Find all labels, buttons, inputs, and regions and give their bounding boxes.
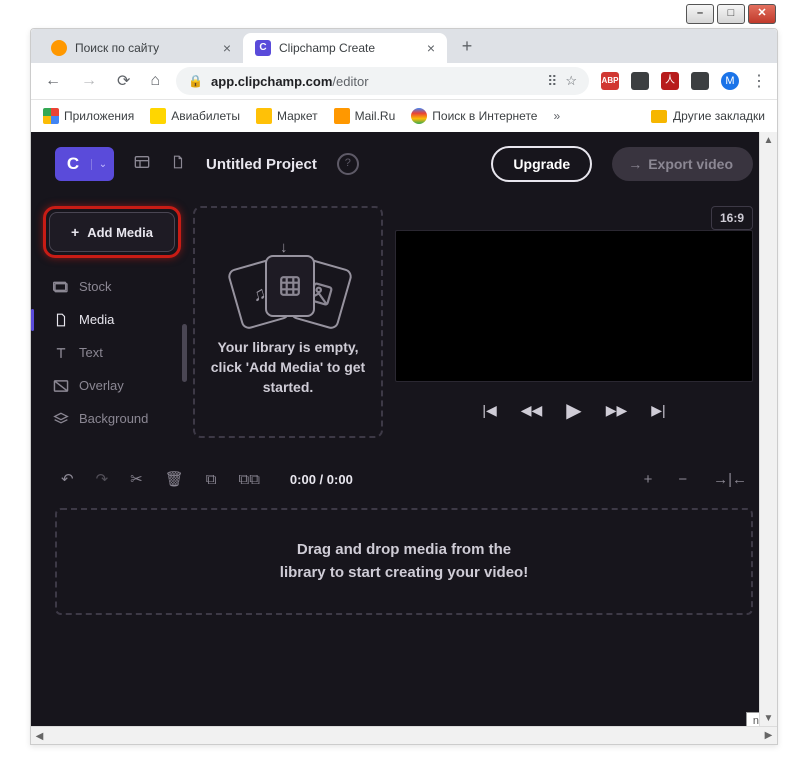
sidebar-item-media[interactable]: Media [43,303,181,336]
window-minimize-button[interactable]: – [686,4,714,24]
bookmark-avia[interactable]: Авиабилеты [150,108,240,124]
help-icon[interactable]: ? [337,153,359,175]
app-topbar: C ⌄ Untitled Project ? Upgrade → Export … [31,132,777,196]
chevron-down-icon: ⌄ [91,159,114,170]
reload-button[interactable]: ⟳ [113,67,134,95]
chrome-menu-button[interactable]: ⋮ [751,71,767,91]
sidebar-item-stock[interactable]: Stock [43,270,181,303]
timeline-time: 0:00 / 0:00 [290,472,353,487]
video-preview[interactable] [395,230,753,382]
bookmark-star-icon[interactable]: ☆ [565,73,577,89]
apps-icon [43,108,59,124]
empty-library-illustration: ↓ ♫ [228,247,348,327]
zoom-out-button[interactable]: − [678,471,687,488]
file-icon[interactable] [170,155,186,173]
tab-close-icon[interactable]: × [223,40,231,56]
browser-tab-0[interactable]: Поиск по сайту × [39,33,243,63]
mailru-icon [334,108,350,124]
back-button[interactable]: ← [41,68,65,94]
browser-toolbar: ← → ⟳ ⌂ 🔒 app.clipchamp.com/editor ⠿ ☆ A… [31,63,777,100]
playback-controls: |◀ ◀◀ ▶ ▶▶ ▶| [395,398,753,423]
add-media-label: Add Media [87,225,153,240]
rewind-button[interactable]: ◀◀ [521,402,543,419]
folder-icon [651,110,667,123]
redo-button[interactable]: ↷ [96,470,109,488]
sidebar-item-text[interactable]: Text [43,336,181,369]
plane-icon [150,108,166,124]
project-title[interactable]: Untitled Project [206,156,317,173]
upgrade-button[interactable]: Upgrade [491,146,592,182]
home-button[interactable]: ⌂ [146,68,164,94]
prev-button[interactable]: |◀ [482,402,496,419]
sidebar-scrollbar[interactable] [182,324,187,382]
copy-button[interactable]: ⧉ [206,471,217,488]
file-icon [53,313,69,327]
add-media-button[interactable]: + Add Media [49,212,175,252]
logo-icon: C [55,154,91,174]
address-bar[interactable]: 🔒 app.clipchamp.com/editor ⠿ ☆ [176,67,589,95]
zoom-in-button[interactable]: + [644,471,653,488]
media-library-panel[interactable]: ↓ ♫ Your library is empty, click 'Add Me… [193,206,383,438]
vertical-scrollbar[interactable]: ▲▼ [759,132,777,727]
browser-tabstrip: Поиск по сайту × C Clipchamp Create × + [31,29,777,63]
tab-title: Clipchamp Create [279,41,375,55]
extension-pdf-icon[interactable]: 人 [661,72,679,90]
new-tab-button[interactable]: + [453,32,481,60]
google-icon [411,108,427,124]
favicon-icon: C [255,40,271,56]
templates-icon[interactable] [134,155,150,173]
app-logo-menu[interactable]: C ⌄ [55,147,114,181]
window-maximize-button[interactable]: □ [717,4,745,24]
film-icon [265,255,315,317]
extension-abp-icon[interactable]: ABP [601,72,619,90]
bookmarks-overflow-button[interactable]: » [553,109,560,123]
extension-icon[interactable] [631,72,649,90]
arrow-right-icon: → [628,156,642,172]
profile-avatar-icon[interactable]: M [721,72,739,90]
next-button[interactable]: ▶| [651,402,665,419]
delete-button[interactable]: 🗑 [165,470,184,488]
favicon-icon [51,40,67,56]
layers-icon [53,412,69,426]
sidebar-item-background[interactable]: Background [43,402,181,435]
sidebar-item-overlay[interactable]: Overlay [43,369,181,402]
sidebar-nav: Stock Media Text Overlay [43,270,181,435]
arrow-down-icon: ↓ [280,239,288,256]
bookmark-apps[interactable]: Приложения [43,108,134,124]
undo-button[interactable]: ↶ [61,470,74,488]
bookmark-market[interactable]: Маркет [256,108,318,124]
stock-icon [53,280,69,294]
horizontal-scrollbar[interactable]: ◀▶ [31,726,777,744]
tab-title: Поиск по сайту [75,41,159,55]
translate-icon[interactable]: ⠿ [547,73,557,90]
timeline-toolbar: ↶ ↷ ✂ 🗑 ⧉ ⧉⧉ 0:00 / 0:00 + − →|← [31,456,777,502]
bookmark-search[interactable]: Поиск в Интернете [411,108,537,124]
browser-tab-1[interactable]: C Clipchamp Create × [243,33,447,63]
empty-library-text: Your library is empty, click 'Add Media'… [211,337,365,398]
add-media-highlight: + Add Media [43,206,181,258]
url-text: app.clipchamp.com/editor [211,74,369,89]
aspect-ratio-button[interactable]: 16:9 [711,206,753,230]
timeline-drop-area[interactable]: Drag and drop media from the library to … [55,508,753,615]
zoom-fit-button[interactable]: →|← [713,471,747,488]
bookmark-other[interactable]: Другие закладки [651,109,765,123]
export-label: Export video [648,156,733,172]
fast-forward-button[interactable]: ▶▶ [606,402,628,419]
split-button[interactable]: ✂ [130,470,143,488]
export-video-button[interactable]: → Export video [612,147,753,181]
extension-icon[interactable] [691,72,709,90]
cart-icon [256,108,272,124]
lock-icon: 🔒 [188,74,203,88]
clipchamp-app: C ⌄ Untitled Project ? Upgrade → Export … [31,132,777,744]
duplicate-button[interactable]: ⧉⧉ [239,471,260,488]
bookmarks-bar: Приложения Авиабилеты Маркет Mail.Ru Пои… [31,100,777,133]
play-button[interactable]: ▶ [566,398,581,423]
plus-icon: + [71,224,79,240]
bookmark-mailru[interactable]: Mail.Ru [334,108,396,124]
window-close-button[interactable]: ✕ [748,4,776,24]
text-icon [53,346,69,360]
tab-close-icon[interactable]: × [427,40,435,56]
overlay-icon [53,379,69,393]
forward-button[interactable]: → [77,68,101,94]
